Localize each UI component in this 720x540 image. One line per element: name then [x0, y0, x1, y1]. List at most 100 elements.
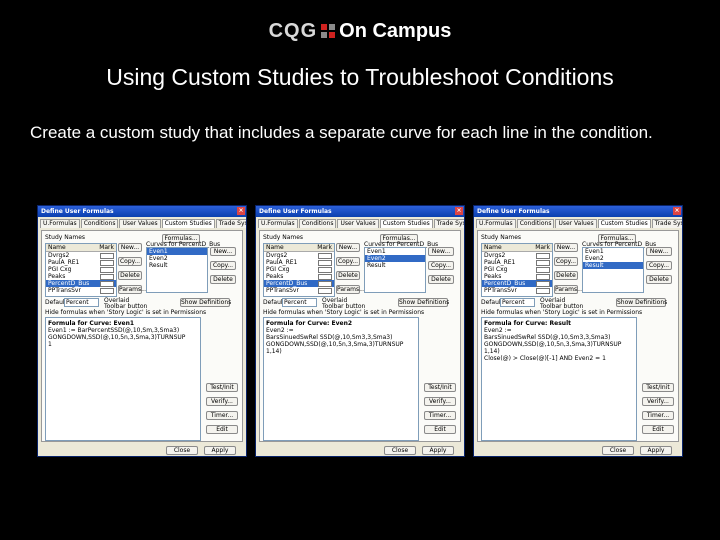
study-list-item[interactable]: Dvrgs2 — [264, 252, 334, 259]
mark-checkbox[interactable] — [318, 274, 332, 280]
default-select[interactable]: Percent — [64, 298, 99, 307]
mark-checkbox[interactable] — [536, 281, 550, 287]
study-list-item[interactable]: PercentD_Bus — [264, 280, 334, 287]
tab[interactable]: U.Formulas — [476, 219, 516, 228]
close-icon[interactable]: × — [237, 207, 245, 215]
study-button[interactable]: Copy... — [336, 257, 360, 266]
curve-button[interactable]: New... — [210, 247, 236, 256]
mark-checkbox[interactable] — [100, 281, 114, 287]
study-list-item[interactable]: Peaks — [264, 273, 334, 280]
tab[interactable]: Custom Studies — [379, 219, 433, 228]
formula-side-button[interactable]: Test/Init — [424, 383, 456, 392]
formula-side-button[interactable]: Verify... — [424, 397, 456, 406]
hide-formulas-checkbox[interactable]: Hide formulas when 'Story Logic' is set … — [481, 309, 642, 316]
study-button[interactable]: Delete — [554, 271, 578, 280]
tab[interactable]: Conditions — [516, 219, 555, 228]
study-list-item[interactable]: Peaks — [482, 273, 552, 280]
curve-list-item[interactable]: Even2 — [147, 255, 207, 262]
formula-editor[interactable]: Formula for Curve: Even2 Even2 := BarsSinu… — [263, 317, 419, 441]
apply-button[interactable]: Apply — [204, 446, 236, 455]
study-list-item[interactable]: PPTransSvr — [46, 287, 116, 294]
close-icon[interactable]: × — [673, 207, 681, 215]
study-list-item[interactable]: PercentD_Bus — [482, 280, 552, 287]
curve-button[interactable]: New... — [646, 247, 672, 256]
show-definitions-button[interactable]: Show Definitions — [180, 298, 231, 307]
curve-list[interactable]: Even1 Even2 Result — [146, 247, 208, 293]
study-list-item[interactable]: PGI Cxg — [482, 266, 552, 273]
tab[interactable]: Conditions — [298, 219, 337, 228]
study-list-item[interactable]: PercentD_Bus — [46, 280, 116, 287]
curve-button[interactable]: Delete — [428, 275, 454, 284]
formula-side-button[interactable]: Verify... — [206, 397, 238, 406]
formula-side-button[interactable]: Test/Init — [642, 383, 674, 392]
curve-button[interactable]: Delete — [210, 275, 236, 284]
study-list-item[interactable]: PGI Cxg — [46, 266, 116, 273]
dialog-titlebar[interactable]: Define User Formulas × — [38, 206, 246, 217]
tab[interactable]: U.Formulas — [258, 219, 298, 228]
show-definitions-button[interactable]: Show Definitions — [398, 298, 449, 307]
mark-checkbox[interactable] — [536, 260, 550, 266]
tab[interactable]: User Values — [555, 219, 597, 228]
tab[interactable]: Trade Systems — [433, 219, 464, 228]
study-list[interactable]: Name Mark Dvrgs2 PaulA_RE1 PGI Cxg Peaks Perce… — [263, 243, 335, 297]
formula-side-button[interactable]: Edit — [424, 425, 456, 434]
study-list-item[interactable]: Peaks — [46, 273, 116, 280]
formula-editor[interactable]: Formula for Curve: Result Even2 := BarsSin… — [481, 317, 637, 441]
study-button[interactable]: New... — [554, 243, 578, 252]
formula-side-button[interactable]: Timer... — [642, 411, 674, 420]
tab[interactable]: Custom Studies — [597, 219, 651, 228]
params-button[interactable]: Params... — [118, 285, 147, 294]
default-select[interactable]: Percent — [282, 298, 317, 307]
close-icon[interactable]: × — [455, 207, 463, 215]
study-list[interactable]: Name Mark Dvrgs2 PaulA_RE1 PGI Cxg Peaks Perce… — [45, 243, 117, 297]
formula-side-button[interactable]: Test/Init — [206, 383, 238, 392]
formula-editor[interactable]: Formula for Curve: Even1 Even1 := BarPerc… — [45, 317, 201, 441]
study-button[interactable]: New... — [336, 243, 360, 252]
mark-checkbox[interactable] — [318, 267, 332, 273]
study-list-item[interactable]: PaulA_RE1 — [482, 259, 552, 266]
mark-checkbox[interactable] — [100, 267, 114, 273]
formula-side-button[interactable]: Edit — [642, 425, 674, 434]
apply-button[interactable]: Apply — [640, 446, 672, 455]
study-list[interactable]: Name Mark Dvrgs2 PaulA_RE1 PGI Cxg Peaks Perce… — [481, 243, 553, 297]
mark-checkbox[interactable] — [536, 274, 550, 280]
tab[interactable]: Trade Systems — [215, 219, 246, 228]
curve-list-item[interactable]: Even1 — [365, 248, 425, 255]
tab[interactable]: Conditions — [80, 219, 119, 228]
formula-side-button[interactable]: Verify... — [642, 397, 674, 406]
curve-list-item[interactable]: Even2 — [365, 255, 425, 262]
mark-checkbox[interactable] — [100, 288, 114, 294]
tab[interactable]: Trade Systems — [651, 219, 682, 228]
curve-list[interactable]: Even1 Even2 Result — [364, 247, 426, 293]
curve-button[interactable]: New... — [428, 247, 454, 256]
study-button[interactable]: Delete — [118, 271, 142, 280]
mark-checkbox[interactable] — [318, 281, 332, 287]
apply-button[interactable]: Apply — [422, 446, 454, 455]
study-button[interactable]: Copy... — [118, 257, 142, 266]
hide-formulas-checkbox[interactable]: Hide formulas when 'Story Logic' is set … — [263, 309, 424, 316]
tab[interactable]: User Values — [337, 219, 379, 228]
curve-button[interactable]: Copy... — [646, 261, 672, 270]
mark-checkbox[interactable] — [100, 274, 114, 280]
study-button[interactable]: Copy... — [554, 257, 578, 266]
show-definitions-button[interactable]: Show Definitions — [616, 298, 667, 307]
tab[interactable]: U.Formulas — [40, 219, 80, 228]
dialog-titlebar[interactable]: Define User Formulas × — [474, 206, 682, 217]
dialog-titlebar[interactable]: Define User Formulas × — [256, 206, 464, 217]
study-list-item[interactable]: PPTransSvr — [264, 287, 334, 294]
curve-list-item[interactable]: Result — [365, 262, 425, 269]
curve-list-item[interactable]: Result — [147, 262, 207, 269]
params-button[interactable]: Params... — [336, 285, 365, 294]
tab[interactable]: Custom Studies — [161, 219, 215, 228]
mark-checkbox[interactable] — [318, 253, 332, 259]
curve-list-item[interactable]: Even2 — [583, 255, 643, 262]
study-list-item[interactable]: PaulA_RE1 — [46, 259, 116, 266]
study-button[interactable]: New... — [118, 243, 142, 252]
mark-checkbox[interactable] — [536, 253, 550, 259]
close-button[interactable]: Close — [166, 446, 198, 455]
mark-checkbox[interactable] — [536, 267, 550, 273]
curve-button[interactable]: Copy... — [210, 261, 236, 270]
hide-formulas-checkbox[interactable]: Hide formulas when 'Story Logic' is set … — [45, 309, 206, 316]
mark-checkbox[interactable] — [536, 288, 550, 294]
curve-list-item[interactable]: Even1 — [583, 248, 643, 255]
